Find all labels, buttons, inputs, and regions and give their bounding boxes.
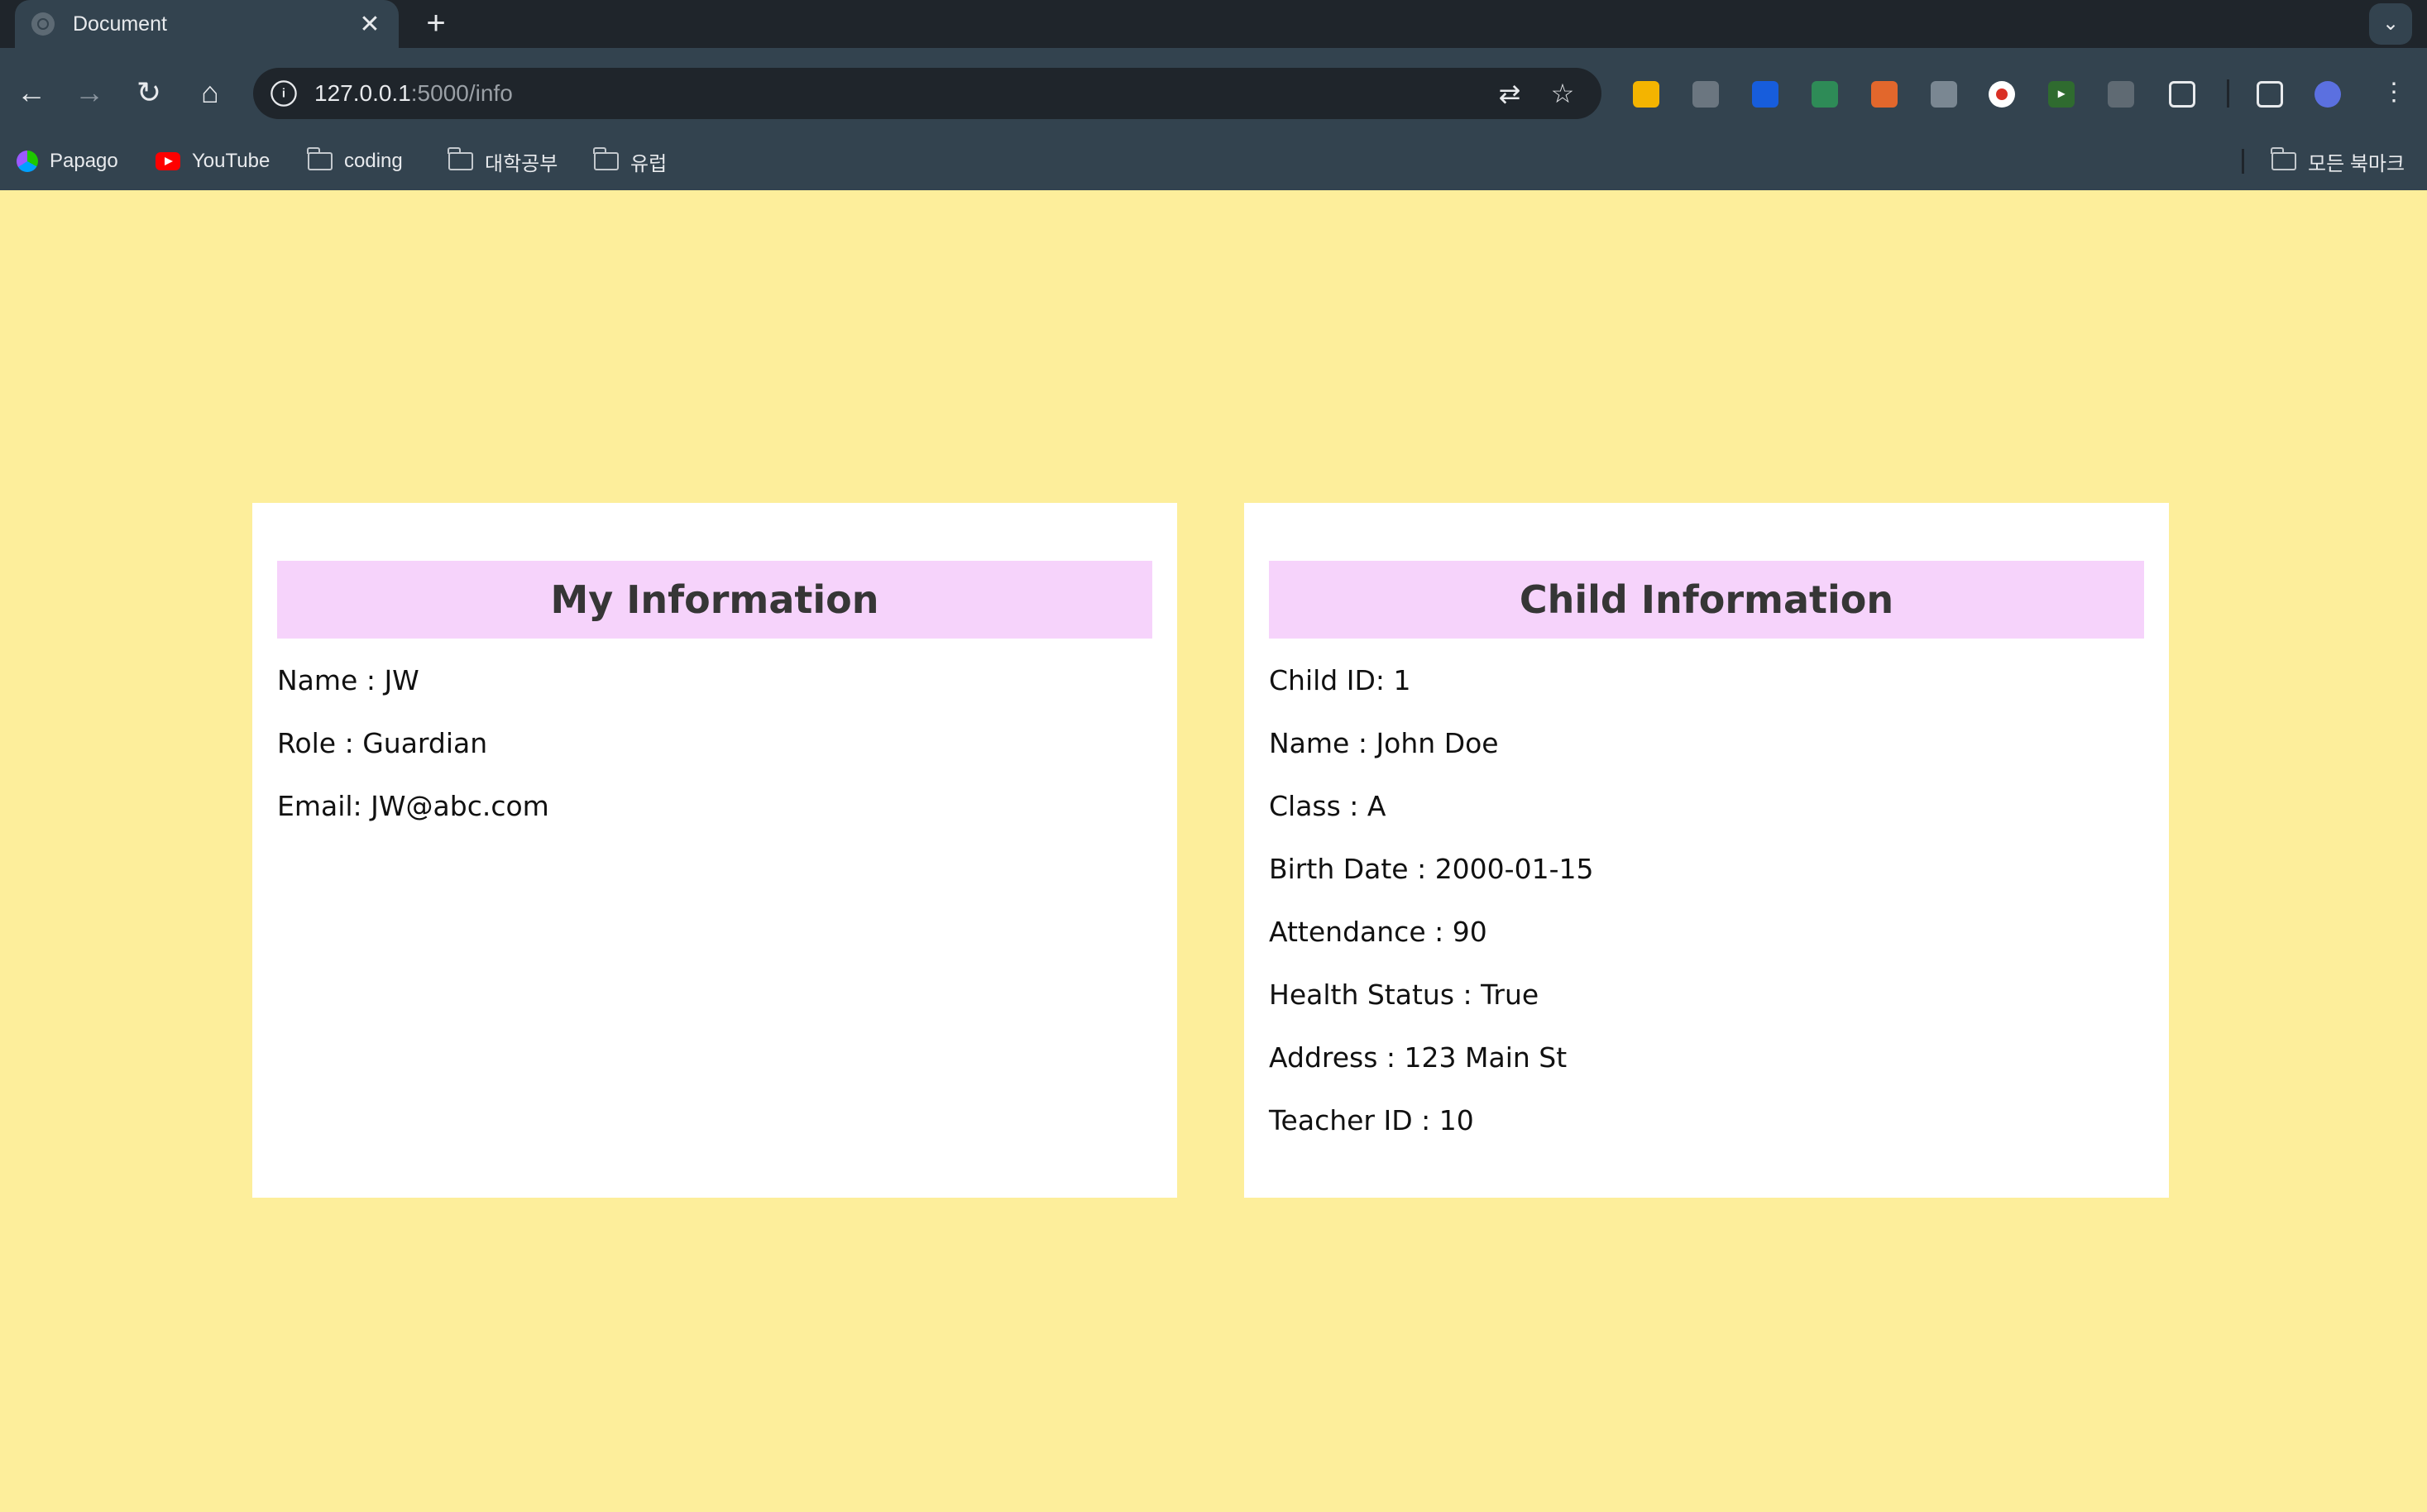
child-attendance: Attendance : 90	[1269, 916, 1487, 948]
reload-icon: ↻	[136, 75, 162, 109]
profile-avatar[interactable]	[2315, 81, 2341, 108]
bookmark-folder-university[interactable]: 대학공부	[448, 141, 558, 182]
child-id: Child ID: 1	[1269, 664, 1411, 696]
folder-icon	[2271, 147, 2296, 170]
bookmark-folder-coding[interactable]: coding	[307, 141, 403, 182]
child-teacher-id: Teacher ID : 10	[1269, 1104, 1474, 1136]
bookmark-star-icon[interactable]: ☆	[1544, 74, 1582, 112]
bookmark-label: 대학공부	[485, 152, 558, 175]
pin-icon[interactable]	[2108, 81, 2134, 108]
bookmark-label: YouTube	[192, 150, 270, 172]
my-role: Role : Guardian	[277, 727, 488, 759]
toolbar-divider	[2227, 79, 2229, 108]
child-information-title: Child Information	[1269, 561, 2144, 639]
papago-icon	[17, 151, 38, 172]
translate-icon[interactable]: ⇄	[1491, 74, 1529, 112]
extensions-puzzle-icon[interactable]	[2169, 81, 2195, 108]
all-bookmarks-folder[interactable]: 모든 북마크	[2271, 141, 2405, 182]
side-panel-icon[interactable]	[2257, 81, 2283, 108]
folder-icon	[307, 147, 333, 170]
url-host: 127.0.0.1	[314, 80, 411, 106]
my-information-card: My Information Name : JW Role : Guardian…	[252, 503, 1177, 1198]
tab-search-button[interactable]: ⌄	[2369, 3, 2412, 45]
all-bookmarks-label: 모든 북마크	[2308, 152, 2405, 175]
tab-strip: Document ✕ + ⌄	[0, 0, 2427, 48]
url-path: :5000/info	[410, 80, 513, 106]
my-email: Email: JW@abc.com	[277, 790, 549, 822]
back-button[interactable]: ←	[8, 69, 55, 116]
child-name: Name : John Doe	[1269, 727, 1499, 759]
site-info-icon[interactable]: i	[270, 80, 297, 107]
child-address: Address : 123 Main St	[1269, 1041, 1568, 1074]
address-bar[interactable]: i 127.0.0.1:5000/info ⇄ ☆	[253, 68, 1601, 119]
folder-icon	[593, 147, 619, 170]
browser-tab[interactable]: Document ✕	[15, 0, 399, 48]
bookmark-label: Papago	[50, 150, 118, 172]
my-name: Name : JW	[277, 664, 419, 696]
bookmark-folder-europe[interactable]: 유럽	[593, 141, 668, 182]
youtube-icon	[156, 152, 180, 170]
capture-icon[interactable]	[1692, 81, 1719, 108]
bookmarks-divider	[2242, 149, 2244, 174]
tab-title: Document	[73, 12, 167, 36]
browser-toolbar: ← → ↻ ⌂ i 127.0.0.1:5000/info ⇄ ☆ ▸ ⋮	[0, 48, 2427, 141]
arrow-left-icon: ←	[17, 75, 46, 109]
my-information-title: My Information	[277, 561, 1152, 639]
record-icon[interactable]	[1989, 81, 2015, 108]
home-icon: ⌂	[201, 75, 219, 109]
bookmark-papago[interactable]: Papago	[17, 141, 118, 182]
child-birth-date: Birth Date : 2000-01-15	[1269, 853, 1594, 885]
reload-button[interactable]: ↻	[126, 69, 172, 116]
more-vertical-icon: ⋮	[2382, 79, 2406, 106]
close-tab-icon[interactable]: ✕	[357, 10, 382, 39]
bookmark-youtube[interactable]: YouTube	[156, 141, 270, 182]
url-text[interactable]: 127.0.0.1:5000/info	[314, 68, 513, 119]
child-health-status: Health Status : True	[1269, 978, 1539, 1011]
globe-icon	[31, 12, 55, 36]
new-tab-button[interactable]: +	[417, 5, 455, 43]
home-button[interactable]: ⌂	[187, 69, 233, 116]
bitwarden-icon[interactable]	[1752, 81, 1778, 108]
child-information-card: Child Information Child ID: 1 Name : Joh…	[1244, 503, 2169, 1198]
bookmarks-bar: Papago YouTube coding 대학공부 유럽 모든 북마크	[0, 141, 2427, 190]
folder-icon	[448, 147, 473, 170]
bookmark-label: 유럽	[630, 152, 668, 175]
arrow-right-icon: →	[74, 75, 104, 109]
screen-icon[interactable]	[1812, 81, 1838, 108]
menu-button[interactable]: ⋮	[2371, 69, 2417, 116]
chevron-down-icon: ⌄	[2382, 12, 2400, 35]
bookmark-label: coding	[344, 150, 403, 172]
forward-button[interactable]: →	[66, 69, 112, 116]
play-icon[interactable]: ▸	[2048, 81, 2075, 108]
keep-icon[interactable]	[1633, 81, 1659, 108]
child-class: Class : A	[1269, 790, 1386, 822]
ex-icon[interactable]	[1871, 81, 1898, 108]
printer-icon[interactable]	[1931, 81, 1957, 108]
